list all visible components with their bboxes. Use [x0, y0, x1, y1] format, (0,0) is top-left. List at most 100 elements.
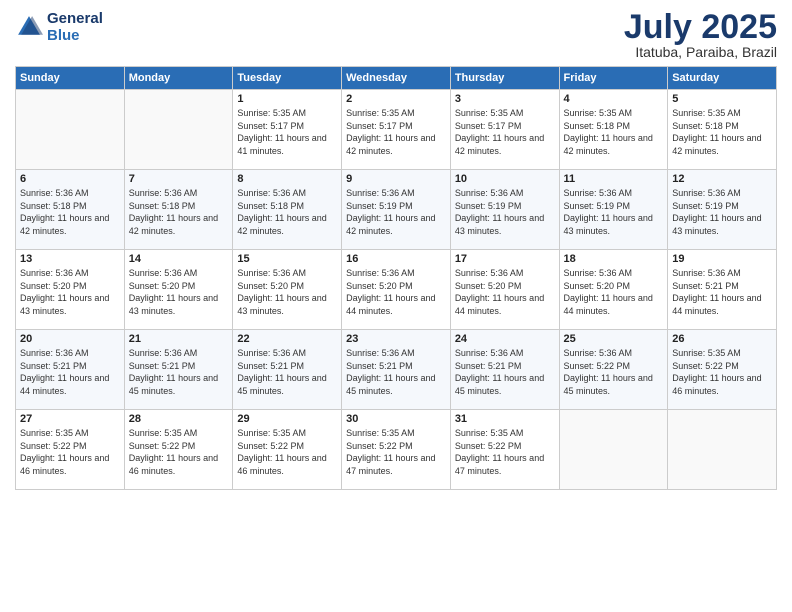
- calendar-cell: 3 Sunrise: 5:35 AM Sunset: 5:17 PM Daylig…: [450, 90, 559, 170]
- day-number: 23: [346, 333, 446, 345]
- calendar-cell: 18Sunrise: 5:36 AM Sunset: 5:20 PM Dayli…: [559, 250, 668, 330]
- day-number: 7: [129, 173, 229, 185]
- day-number: 28: [129, 413, 229, 425]
- calendar-cell: [559, 410, 668, 490]
- month-title: July 2025: [624, 10, 777, 44]
- calendar-cell: 13 Sunrise: 5:36 AM Sunset: 5:20 PM Dayli…: [16, 250, 125, 330]
- week-row-1: 1 Sunrise: 5:35 AM Sunset: 5:17 PM Daylig…: [16, 90, 777, 170]
- day-info: Sunrise: 5:36 AM Sunset: 5:20 PM Dayligh…: [346, 267, 446, 317]
- day-number: 9: [346, 173, 446, 185]
- calendar-cell: 10Sunrise: 5:36 AM Sunset: 5:19 PM Dayli…: [450, 170, 559, 250]
- day-number: 22: [237, 333, 337, 345]
- day-number: 15: [237, 253, 337, 265]
- day-info: Sunrise: 5:36 AM Sunset: 5:20 PM Dayligh…: [455, 267, 555, 317]
- day-number: 30: [346, 413, 446, 425]
- calendar-cell: 12 Sunrise: 5:36 AM Sunset: 5:19 PM Dayli…: [668, 170, 777, 250]
- day-info: Sunrise: 5:36 AM Sunset: 5:22 PM Dayligh…: [564, 347, 664, 397]
- calendar-cell: [16, 90, 125, 170]
- day-number: 20: [20, 333, 120, 345]
- column-header-thursday: Thursday: [450, 67, 559, 90]
- day-number: 18: [564, 253, 664, 265]
- day-number: 1: [237, 93, 337, 105]
- logo-text: General Blue: [47, 10, 103, 44]
- day-info: Sunrise: 5:36 AM Sunset: 5:19 PM Dayligh…: [346, 187, 446, 237]
- day-info: Sunrise: 5:35 AM Sunset: 5:17 PM Dayligh…: [455, 107, 555, 157]
- logo: General Blue: [15, 10, 103, 44]
- calendar-cell: 22Sunrise: 5:36 AM Sunset: 5:21 PM Dayli…: [233, 330, 342, 410]
- day-number: 2: [346, 93, 446, 105]
- day-number: 31: [455, 413, 555, 425]
- day-info: Sunrise: 5:36 AM Sunset: 5:20 PM Dayligh…: [20, 267, 120, 317]
- week-row-5: 27 Sunrise: 5:35 AM Sunset: 5:22 PM Dayli…: [16, 410, 777, 490]
- subtitle: Itatuba, Paraiba, Brazil: [624, 44, 777, 60]
- day-info: Sunrise: 5:36 AM Sunset: 5:21 PM Dayligh…: [455, 347, 555, 397]
- day-number: 25: [564, 333, 664, 345]
- day-number: 12: [672, 173, 772, 185]
- calendar-cell: 8 Sunrise: 5:36 AM Sunset: 5:18 PM Daylig…: [233, 170, 342, 250]
- day-info: Sunrise: 5:36 AM Sunset: 5:21 PM Dayligh…: [346, 347, 446, 397]
- calendar-cell: [668, 410, 777, 490]
- calendar-cell: 19 Sunrise: 5:36 AM Sunset: 5:21 PM Dayli…: [668, 250, 777, 330]
- day-info: Sunrise: 5:36 AM Sunset: 5:19 PM Dayligh…: [672, 187, 772, 237]
- day-number: 16: [346, 253, 446, 265]
- day-number: 21: [129, 333, 229, 345]
- day-info: Sunrise: 5:35 AM Sunset: 5:18 PM Dayligh…: [564, 107, 664, 157]
- day-info: Sunrise: 5:36 AM Sunset: 5:20 PM Dayligh…: [237, 267, 337, 317]
- calendar-cell: 23 Sunrise: 5:36 AM Sunset: 5:21 PM Dayli…: [342, 330, 451, 410]
- day-info: Sunrise: 5:36 AM Sunset: 5:18 PM Dayligh…: [20, 187, 120, 237]
- day-info: Sunrise: 5:36 AM Sunset: 5:21 PM Dayligh…: [672, 267, 772, 317]
- calendar-cell: 31 Sunrise: 5:35 AM Sunset: 5:22 PM Dayli…: [450, 410, 559, 490]
- calendar-cell: 5 Sunrise: 5:35 AM Sunset: 5:18 PM Daylig…: [668, 90, 777, 170]
- page-container: General Blue July 2025 Itatuba, Paraiba,…: [0, 0, 792, 500]
- day-info: Sunrise: 5:35 AM Sunset: 5:22 PM Dayligh…: [237, 427, 337, 477]
- title-block: July 2025 Itatuba, Paraiba, Brazil: [624, 10, 777, 60]
- day-info: Sunrise: 5:35 AM Sunset: 5:22 PM Dayligh…: [129, 427, 229, 477]
- calendar-header-row: SundayMondayTuesdayWednesdayThursdayFrid…: [16, 67, 777, 90]
- column-header-sunday: Sunday: [16, 67, 125, 90]
- calendar-cell: 4Sunrise: 5:35 AM Sunset: 5:18 PM Daylig…: [559, 90, 668, 170]
- day-number: 3: [455, 93, 555, 105]
- calendar-cell: 14Sunrise: 5:36 AM Sunset: 5:20 PM Dayli…: [124, 250, 233, 330]
- column-header-wednesday: Wednesday: [342, 67, 451, 90]
- calendar-cell: 15 Sunrise: 5:36 AM Sunset: 5:20 PM Dayli…: [233, 250, 342, 330]
- day-number: 29: [237, 413, 337, 425]
- calendar-cell: 9 Sunrise: 5:36 AM Sunset: 5:19 PM Daylig…: [342, 170, 451, 250]
- day-number: 11: [564, 173, 664, 185]
- calendar-cell: [124, 90, 233, 170]
- column-header-saturday: Saturday: [668, 67, 777, 90]
- day-number: 27: [20, 413, 120, 425]
- day-number: 26: [672, 333, 772, 345]
- calendar-cell: 2Sunrise: 5:35 AM Sunset: 5:17 PM Daylig…: [342, 90, 451, 170]
- week-row-4: 20 Sunrise: 5:36 AM Sunset: 5:21 PM Dayli…: [16, 330, 777, 410]
- calendar-cell: 24Sunrise: 5:36 AM Sunset: 5:21 PM Dayli…: [450, 330, 559, 410]
- week-row-3: 13 Sunrise: 5:36 AM Sunset: 5:20 PM Dayli…: [16, 250, 777, 330]
- day-info: Sunrise: 5:36 AM Sunset: 5:21 PM Dayligh…: [20, 347, 120, 397]
- day-info: Sunrise: 5:35 AM Sunset: 5:22 PM Dayligh…: [455, 427, 555, 477]
- calendar-cell: 7Sunrise: 5:36 AM Sunset: 5:18 PM Daylig…: [124, 170, 233, 250]
- calendar-cell: 6 Sunrise: 5:36 AM Sunset: 5:18 PM Daylig…: [16, 170, 125, 250]
- calendar-cell: 11Sunrise: 5:36 AM Sunset: 5:19 PM Dayli…: [559, 170, 668, 250]
- day-number: 8: [237, 173, 337, 185]
- day-number: 17: [455, 253, 555, 265]
- calendar-cell: 21 Sunrise: 5:36 AM Sunset: 5:21 PM Dayli…: [124, 330, 233, 410]
- calendar-cell: 26Sunrise: 5:35 AM Sunset: 5:22 PM Dayli…: [668, 330, 777, 410]
- header: General Blue July 2025 Itatuba, Paraiba,…: [15, 10, 777, 60]
- day-number: 13: [20, 253, 120, 265]
- column-header-tuesday: Tuesday: [233, 67, 342, 90]
- calendar-cell: 16 Sunrise: 5:36 AM Sunset: 5:20 PM Dayli…: [342, 250, 451, 330]
- day-number: 5: [672, 93, 772, 105]
- calendar-cell: 30Sunrise: 5:35 AM Sunset: 5:22 PM Dayli…: [342, 410, 451, 490]
- day-info: Sunrise: 5:35 AM Sunset: 5:22 PM Dayligh…: [20, 427, 120, 477]
- calendar-cell: 28 Sunrise: 5:35 AM Sunset: 5:22 PM Dayli…: [124, 410, 233, 490]
- calendar-cell: 29 Sunrise: 5:35 AM Sunset: 5:22 PM Dayli…: [233, 410, 342, 490]
- calendar-cell: 25 Sunrise: 5:36 AM Sunset: 5:22 PM Dayli…: [559, 330, 668, 410]
- day-info: Sunrise: 5:36 AM Sunset: 5:21 PM Dayligh…: [129, 347, 229, 397]
- day-number: 19: [672, 253, 772, 265]
- day-info: Sunrise: 5:35 AM Sunset: 5:18 PM Dayligh…: [672, 107, 772, 157]
- day-info: Sunrise: 5:35 AM Sunset: 5:17 PM Dayligh…: [237, 107, 337, 157]
- calendar-cell: 27 Sunrise: 5:35 AM Sunset: 5:22 PM Dayli…: [16, 410, 125, 490]
- day-number: 6: [20, 173, 120, 185]
- day-info: Sunrise: 5:36 AM Sunset: 5:18 PM Dayligh…: [237, 187, 337, 237]
- calendar-cell: 20 Sunrise: 5:36 AM Sunset: 5:21 PM Dayli…: [16, 330, 125, 410]
- calendar-cell: 17 Sunrise: 5:36 AM Sunset: 5:20 PM Dayli…: [450, 250, 559, 330]
